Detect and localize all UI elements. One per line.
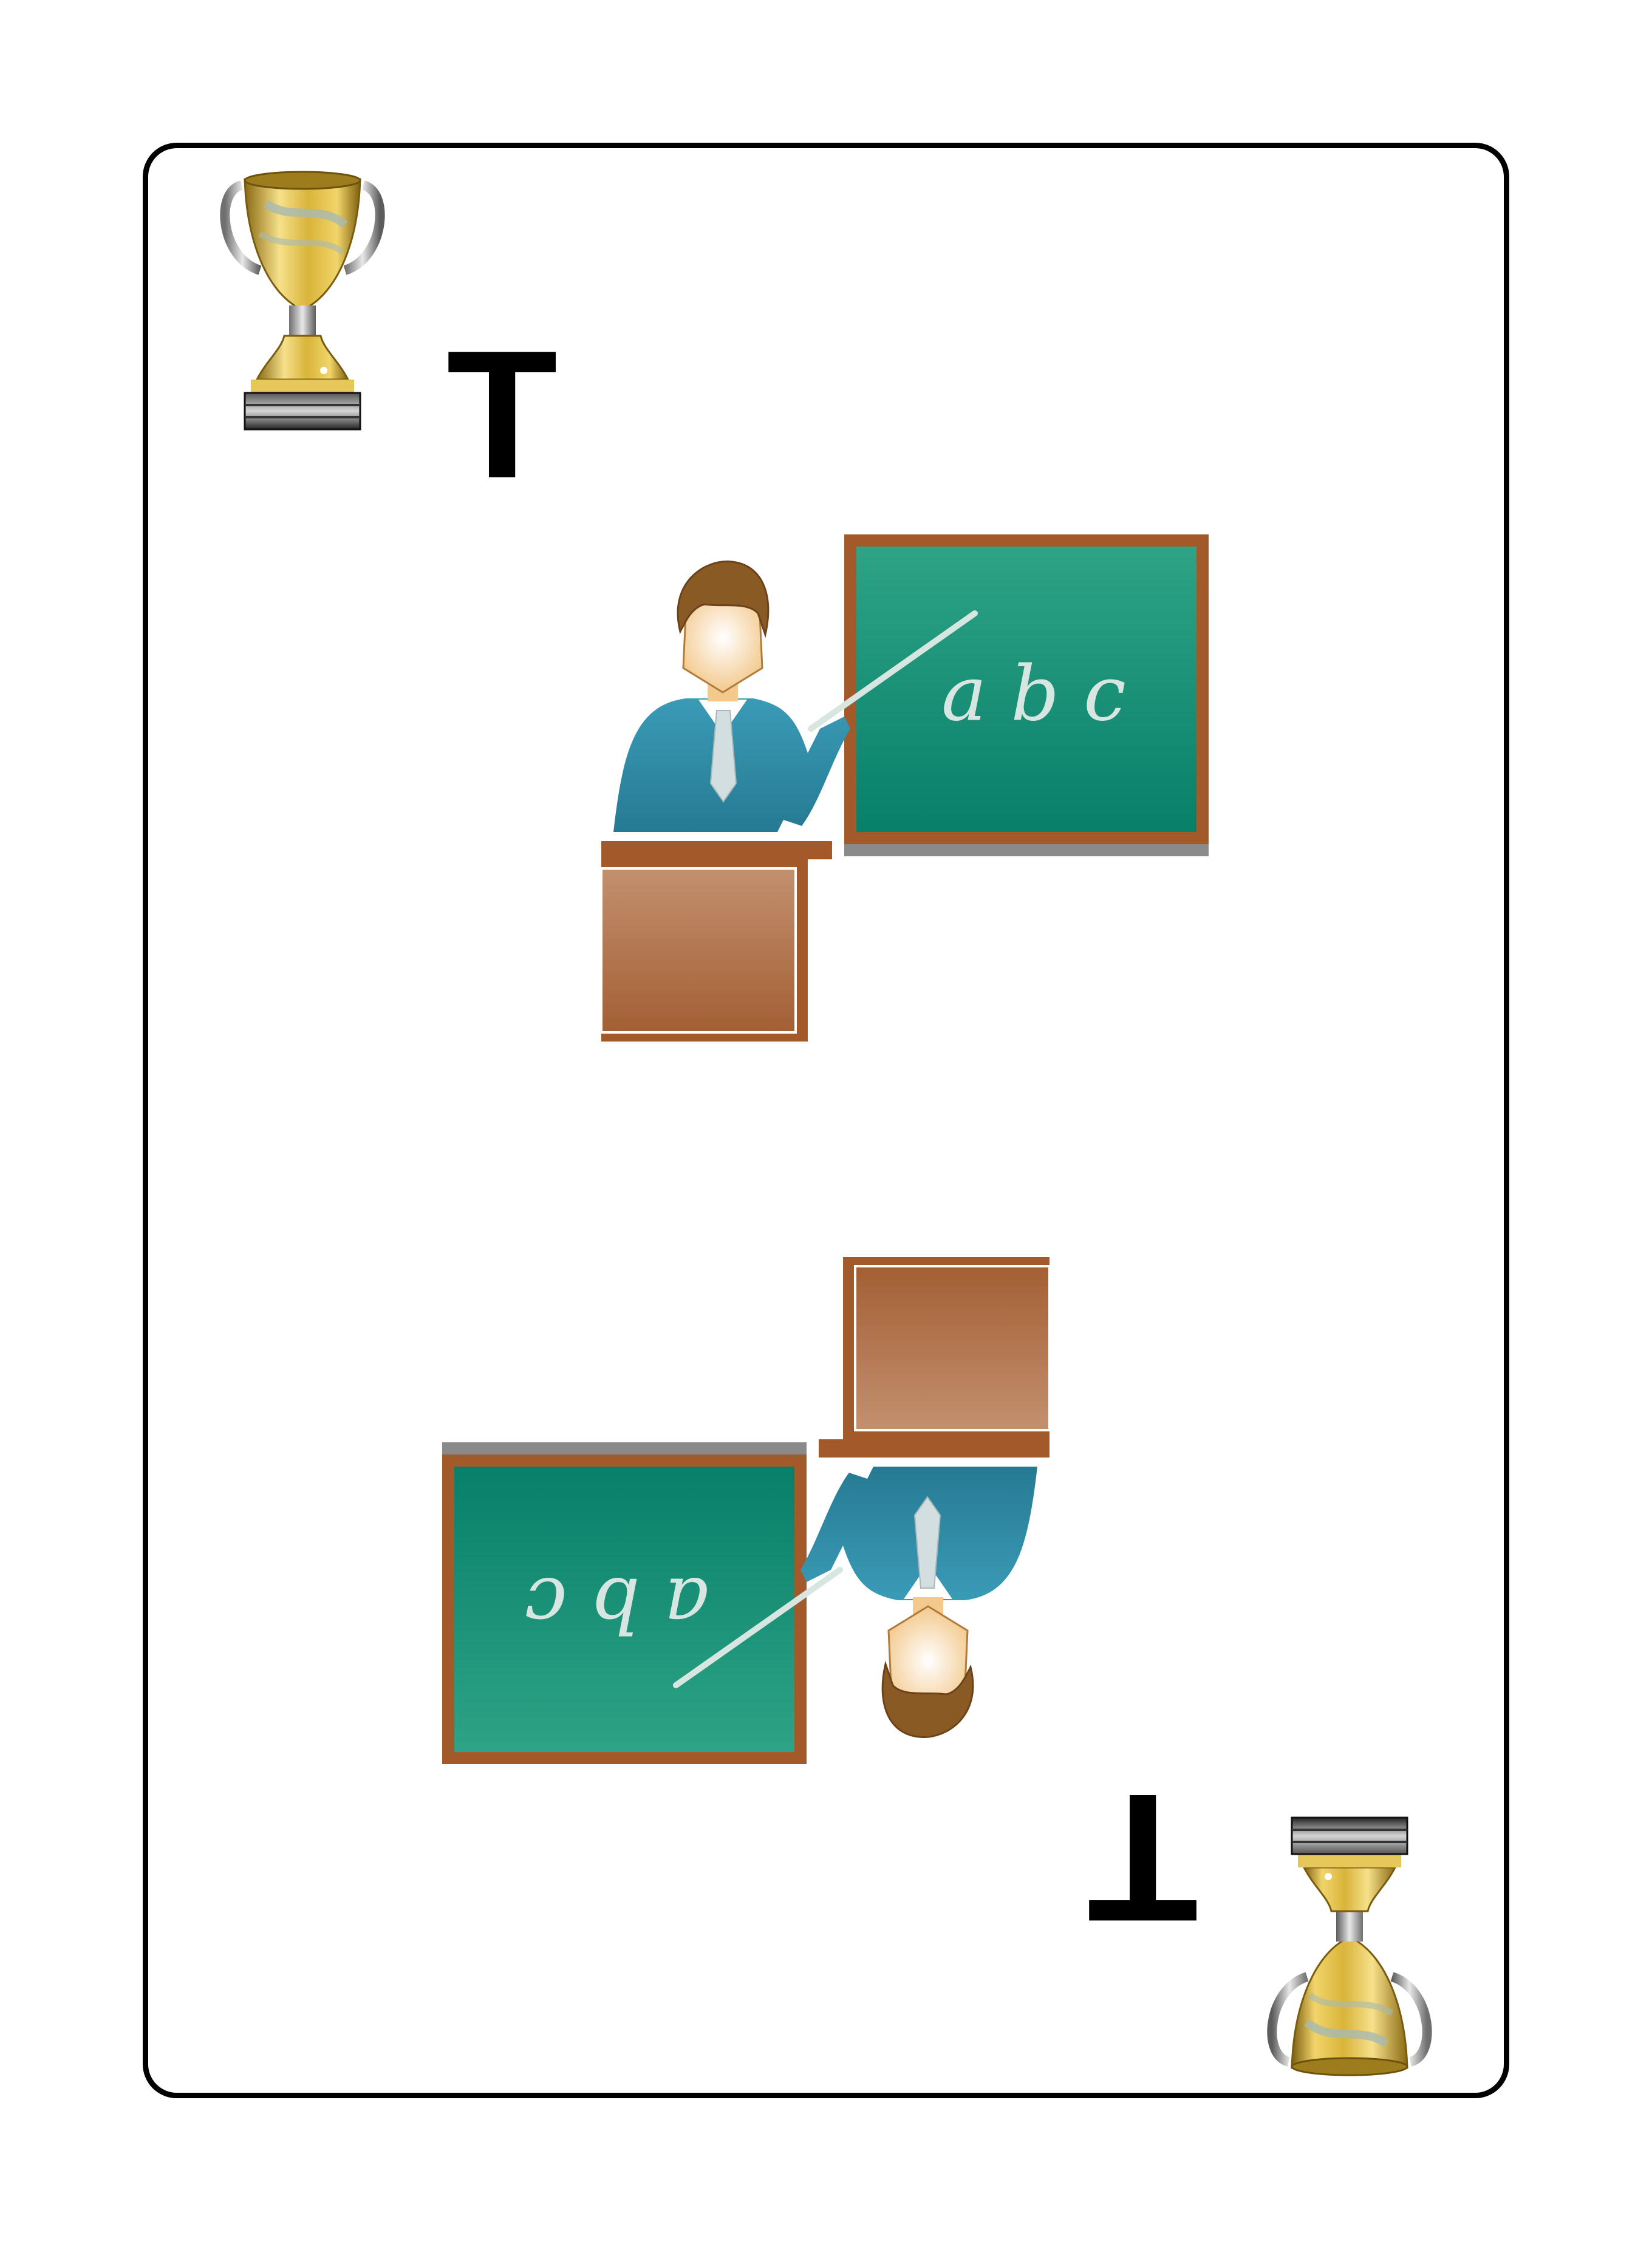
- trophy-icon: [220, 171, 385, 431]
- teacher-icon: a b c: [442, 1257, 1050, 1764]
- teacher-icon: a b c: [601, 534, 1209, 1042]
- card-rank-bottom: T: [1087, 1756, 1199, 1960]
- trophy-icon: [1267, 1816, 1432, 2076]
- chalkboard-text: a b c: [525, 1561, 709, 1649]
- page: T T a b c a b c: [0, 0, 1652, 2247]
- card-rank-top: T: [446, 312, 558, 516]
- chalkboard-text: a b c: [941, 650, 1126, 738]
